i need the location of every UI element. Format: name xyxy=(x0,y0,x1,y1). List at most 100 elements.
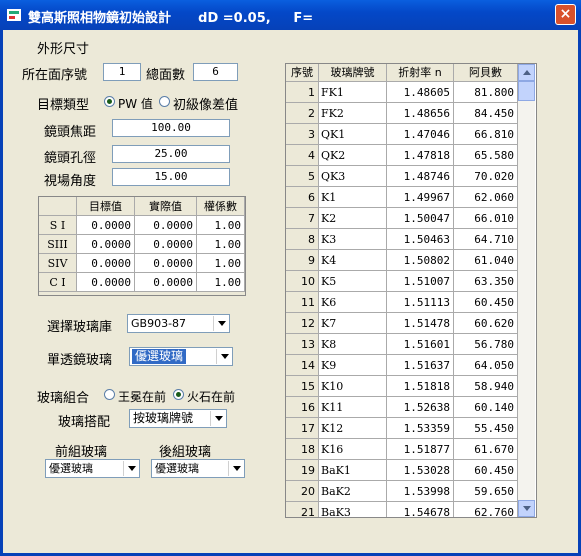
glass-combo-label: 玻璃組合 xyxy=(37,391,90,406)
aperture-field[interactable]: 25.00 xyxy=(112,145,230,163)
chevron-down-icon[interactable] xyxy=(123,461,138,476)
aberration-target-cell[interactable]: 0.0000 xyxy=(77,216,135,235)
glass-refractive-index-cell: 1.51113 xyxy=(387,292,454,313)
glass-index-cell: 21 xyxy=(286,502,319,517)
scroll-thumb[interactable] xyxy=(518,81,535,101)
glass-abbe-cell: 62.060 xyxy=(454,187,518,208)
radio-crown-first-label: 王冕在前 xyxy=(118,390,167,404)
glass-index-cell: 18 xyxy=(286,439,319,460)
glass-name-cell: BaK2 xyxy=(319,481,387,502)
glass-index-cell: 19 xyxy=(286,460,319,481)
aberration-weight-cell[interactable]: 1.00 xyxy=(197,254,245,273)
glass-abbe-cell: 55.450 xyxy=(454,418,518,439)
glass-refractive-index-cell: 1.47818 xyxy=(387,145,454,166)
glass-abbe-cell: 84.450 xyxy=(454,103,518,124)
glass-name-cell: K16 xyxy=(319,439,387,460)
glass-name-cell: K11 xyxy=(319,397,387,418)
chevron-down-icon[interactable] xyxy=(216,349,231,364)
glass-abbe-cell: 64.050 xyxy=(454,355,518,376)
glass-index-cell: 2 xyxy=(286,103,319,124)
glass-name-cell: BaK3 xyxy=(319,502,387,517)
glass-refractive-index-cell: 1.48605 xyxy=(387,82,454,103)
rear-group-select[interactable]: 優選玻璃 xyxy=(151,459,245,478)
glass-name-cell: K5 xyxy=(319,271,387,292)
glass-col-refractive-index: 折射率 n xyxy=(387,64,454,82)
radio-flint-first[interactable] xyxy=(173,389,184,400)
glass-index-cell: 1 xyxy=(286,82,319,103)
glass-library-select[interactable]: GB903-87 xyxy=(127,314,230,333)
radio-pw-value[interactable] xyxy=(104,96,115,107)
radio-primary-aberration-label: 初級像差值 xyxy=(173,98,239,113)
aberration-target-cell[interactable]: 0.0000 xyxy=(77,273,135,292)
surface-index-field[interactable]: 1 xyxy=(103,63,141,81)
glass-name-cell: K9 xyxy=(319,355,387,376)
glass-abbe-cell: 59.650 xyxy=(454,481,518,502)
aberration-col-weight: 權係數 xyxy=(197,197,245,216)
aberration-target-cell[interactable]: 0.0000 xyxy=(77,235,135,254)
chevron-down-icon[interactable] xyxy=(213,316,228,331)
glass-refractive-index-cell: 1.47046 xyxy=(387,124,454,145)
glass-library-value: GB903-87 xyxy=(131,317,187,330)
glass-index-cell: 16 xyxy=(286,397,319,418)
chevron-down-icon[interactable] xyxy=(210,411,225,426)
scroll-down-icon[interactable] xyxy=(518,500,535,517)
front-group-select[interactable]: 優選玻璃 xyxy=(45,459,140,478)
glass-library-label: 選擇玻璃庫 xyxy=(47,320,113,335)
glass-refractive-index-cell: 1.52638 xyxy=(387,397,454,418)
glass-refractive-index-cell: 1.53998 xyxy=(387,481,454,502)
aberration-weight-cell[interactable]: 1.00 xyxy=(197,273,245,292)
aberration-weight-cell[interactable]: 1.00 xyxy=(197,235,245,254)
title-bar: 雙高斯照相物鏡初始設計 dD =0.05, F= × xyxy=(0,0,581,30)
aberration-col-target: 目標值 xyxy=(77,197,135,216)
glass-name-cell: K10 xyxy=(319,376,387,397)
glass-refractive-index-cell: 1.50047 xyxy=(387,208,454,229)
aberration-actual-cell: 0.0000 xyxy=(135,235,197,254)
glass-refractive-index-cell: 1.51601 xyxy=(387,334,454,355)
aberration-actual-cell: 0.0000 xyxy=(135,254,197,273)
close-button[interactable]: × xyxy=(555,4,576,25)
glass-abbe-cell: 60.620 xyxy=(454,313,518,334)
glass-name-cell: K8 xyxy=(319,334,387,355)
single-lens-glass-select[interactable]: 優選玻璃 xyxy=(129,347,233,366)
radio-pw-label: PW 值 xyxy=(118,97,153,111)
shape-section-title: 外形尺寸 xyxy=(37,42,90,57)
glass-abbe-cell: 58.940 xyxy=(454,376,518,397)
aberration-row-header: C I xyxy=(39,273,77,292)
glass-abbe-cell: 56.780 xyxy=(454,334,518,355)
radio-crown-first[interactable] xyxy=(104,389,115,400)
single-lens-glass-value: 優選玻璃 xyxy=(132,349,187,364)
glass-index-cell: 9 xyxy=(286,250,319,271)
glass-abbe-cell: 60.140 xyxy=(454,397,518,418)
glass-name-cell: BaK1 xyxy=(319,460,387,481)
single-lens-glass-label: 單透鏡玻璃 xyxy=(47,353,113,368)
glass-index-cell: 8 xyxy=(286,229,319,250)
glass-refractive-index-cell: 1.53359 xyxy=(387,418,454,439)
glass-name-cell: K7 xyxy=(319,313,387,334)
glass-match-value: 按玻璃牌號 xyxy=(133,411,194,425)
front-group-label: 前組玻璃 xyxy=(55,445,108,460)
total-surfaces-field[interactable]: 6 xyxy=(193,63,238,81)
fov-label: 視場角度 xyxy=(44,174,97,189)
app-icon xyxy=(7,9,21,21)
radio-primary-aberration[interactable] xyxy=(159,96,170,107)
aberration-table: 目標值 實際值 權係數 S I 0.0000 0.0000 1.00 SIII … xyxy=(38,196,246,296)
glass-table-scrollbar[interactable] xyxy=(518,64,535,517)
focal-length-field[interactable]: 100.00 xyxy=(112,119,230,137)
glass-col-abbe: 阿貝數 xyxy=(454,64,518,82)
glass-index-cell: 7 xyxy=(286,208,319,229)
glass-match-select[interactable]: 按玻璃牌號 xyxy=(129,409,227,428)
aperture-label: 鏡頭孔徑 xyxy=(44,151,97,166)
glass-refractive-index-cell: 1.48656 xyxy=(387,103,454,124)
glass-abbe-cell: 81.800 xyxy=(454,82,518,103)
chevron-down-icon[interactable] xyxy=(228,461,243,476)
fov-field[interactable]: 15.00 xyxy=(112,168,230,186)
aberration-weight-cell[interactable]: 1.00 xyxy=(197,216,245,235)
glass-index-cell: 11 xyxy=(286,292,319,313)
scroll-up-icon[interactable] xyxy=(518,64,535,81)
glass-refractive-index-cell: 1.51818 xyxy=(387,376,454,397)
glass-index-cell: 12 xyxy=(286,313,319,334)
glass-refractive-index-cell: 1.51877 xyxy=(387,439,454,460)
glass-refractive-index-cell: 1.54678 xyxy=(387,502,454,517)
aberration-target-cell[interactable]: 0.0000 xyxy=(77,254,135,273)
glass-abbe-cell: 65.580 xyxy=(454,145,518,166)
